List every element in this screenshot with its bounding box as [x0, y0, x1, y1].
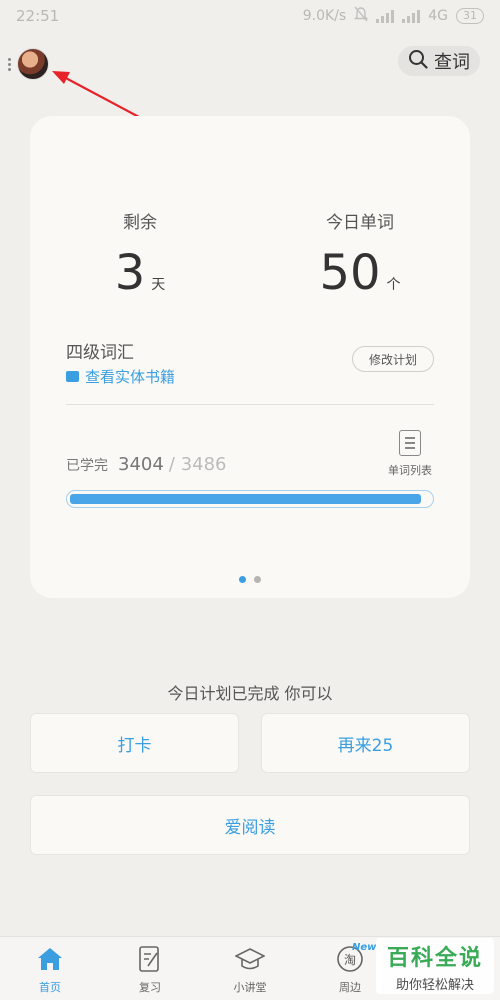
- book-icon: [66, 371, 79, 382]
- learning-progress-bar: [66, 490, 434, 508]
- review-icon: [120, 945, 180, 973]
- study-plan-card[interactable]: 剩余 3 天 今日单词 50 个 四级词汇 查看实体书籍 修改计划 已学完 34…: [30, 116, 470, 598]
- remaining-value: 3: [114, 245, 146, 301]
- remaining-unit: 天: [151, 277, 166, 293]
- watermark-title: 百科全说: [386, 946, 483, 971]
- today-label: 今日单词: [326, 213, 394, 233]
- page-indicator: [30, 576, 470, 583]
- status-time: 22:51: [16, 7, 60, 25]
- learned-total: / 3486: [168, 454, 227, 475]
- learned-count: 已学完 3404 / 3486: [66, 454, 227, 475]
- word-list-label: 单词列表: [388, 464, 432, 477]
- tab-label: 首页: [39, 981, 61, 994]
- more-dots-icon: [8, 57, 11, 71]
- mute-bell-icon: [354, 6, 369, 26]
- graduation-cap-icon: [220, 945, 280, 973]
- search-icon: [408, 49, 428, 74]
- watermark: 百科全说 助你轻松解决: [376, 938, 494, 994]
- avatar[interactable]: [17, 48, 49, 80]
- today-value: 50: [319, 245, 381, 301]
- learned-label: 已学完: [66, 458, 108, 474]
- tab-home[interactable]: 首页: [20, 945, 80, 995]
- plan-name: 四级词汇: [66, 343, 134, 363]
- checkin-button[interactable]: 打卡: [30, 713, 239, 773]
- divider: [66, 404, 434, 405]
- page-dot: [254, 576, 261, 583]
- tab-lecture[interactable]: 小讲堂: [220, 945, 280, 995]
- page-dot: [239, 576, 246, 583]
- tab-label: 小讲堂: [233, 981, 267, 994]
- tab-label: 周边: [339, 981, 361, 994]
- word-list-button[interactable]: 单词列表: [386, 430, 434, 478]
- signal-icon-2: [402, 9, 421, 23]
- today-unit: 个: [386, 277, 401, 293]
- watermark-subtitle: 助你轻松解决: [395, 978, 474, 993]
- battery-icon: 31: [456, 8, 484, 24]
- signal-icon: [376, 9, 395, 23]
- profile-entry[interactable]: [8, 48, 49, 80]
- tab-review[interactable]: 复习: [120, 945, 180, 995]
- home-icon: [20, 945, 80, 973]
- study-more-button[interactable]: 再来25: [261, 713, 470, 773]
- today-words: 今日单词 50 个: [260, 208, 460, 301]
- lookup-button[interactable]: 查词: [398, 46, 480, 76]
- taobao-glyph: 淘: [344, 953, 356, 967]
- reading-button[interactable]: 爱阅读: [30, 795, 470, 855]
- plan-complete-message: 今日计划已完成 你可以: [167, 684, 333, 703]
- modify-plan-button[interactable]: 修改计划: [352, 346, 434, 372]
- lookup-label: 查词: [434, 52, 470, 73]
- remaining-days: 剩余 3 天: [40, 208, 240, 301]
- status-indicators: 9.0K/s 4G 31: [303, 6, 484, 26]
- status-bar: 22:51 9.0K/s 4G 31: [0, 0, 500, 32]
- view-book-label: 查看实体书籍: [85, 368, 176, 386]
- network-speed: 9.0K/s: [302, 8, 347, 24]
- view-book-link[interactable]: 查看实体书籍: [66, 366, 175, 387]
- learned-done: 3404: [118, 454, 164, 475]
- tab-label: 复习: [139, 981, 161, 994]
- new-badge: New: [352, 942, 377, 953]
- network-type: 4G: [428, 8, 448, 24]
- list-icon: [399, 430, 421, 456]
- remaining-label: 剩余: [123, 213, 157, 233]
- progress-fill: [70, 494, 422, 504]
